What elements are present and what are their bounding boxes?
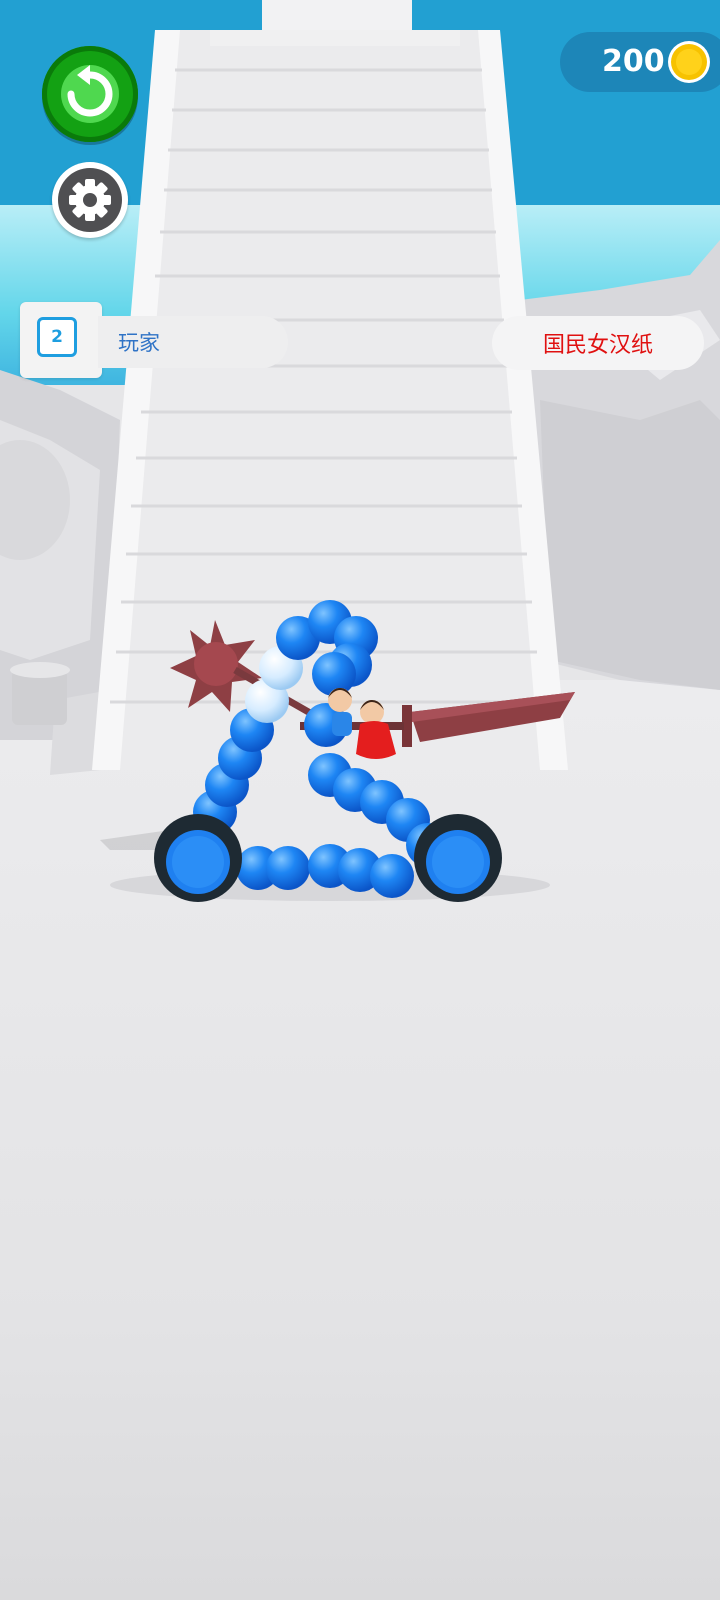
left-wheel bbox=[154, 814, 242, 902]
player-vehicle bbox=[154, 600, 575, 902]
gear-icon bbox=[69, 179, 111, 221]
right-wheel bbox=[414, 814, 502, 902]
gold-coin-icon bbox=[668, 41, 710, 83]
player-name-label: 玩家 bbox=[98, 316, 288, 368]
game-scene bbox=[0, 0, 720, 1600]
settings-button-face bbox=[58, 168, 122, 232]
coin-amount: 200 bbox=[602, 44, 665, 79]
opponent-name: 国民女汉纸 bbox=[542, 333, 653, 358]
player-rank-badge: 2 bbox=[20, 302, 102, 378]
settings-button[interactable] bbox=[52, 162, 128, 238]
opponent-name-label: 国民女汉纸 bbox=[492, 316, 704, 370]
player-name: 玩家 bbox=[118, 331, 160, 355]
coin-counter: 200 bbox=[560, 32, 720, 92]
restart-arrow-icon bbox=[61, 65, 119, 123]
rank-number: 2 bbox=[37, 317, 77, 357]
restart-button[interactable] bbox=[42, 46, 138, 142]
